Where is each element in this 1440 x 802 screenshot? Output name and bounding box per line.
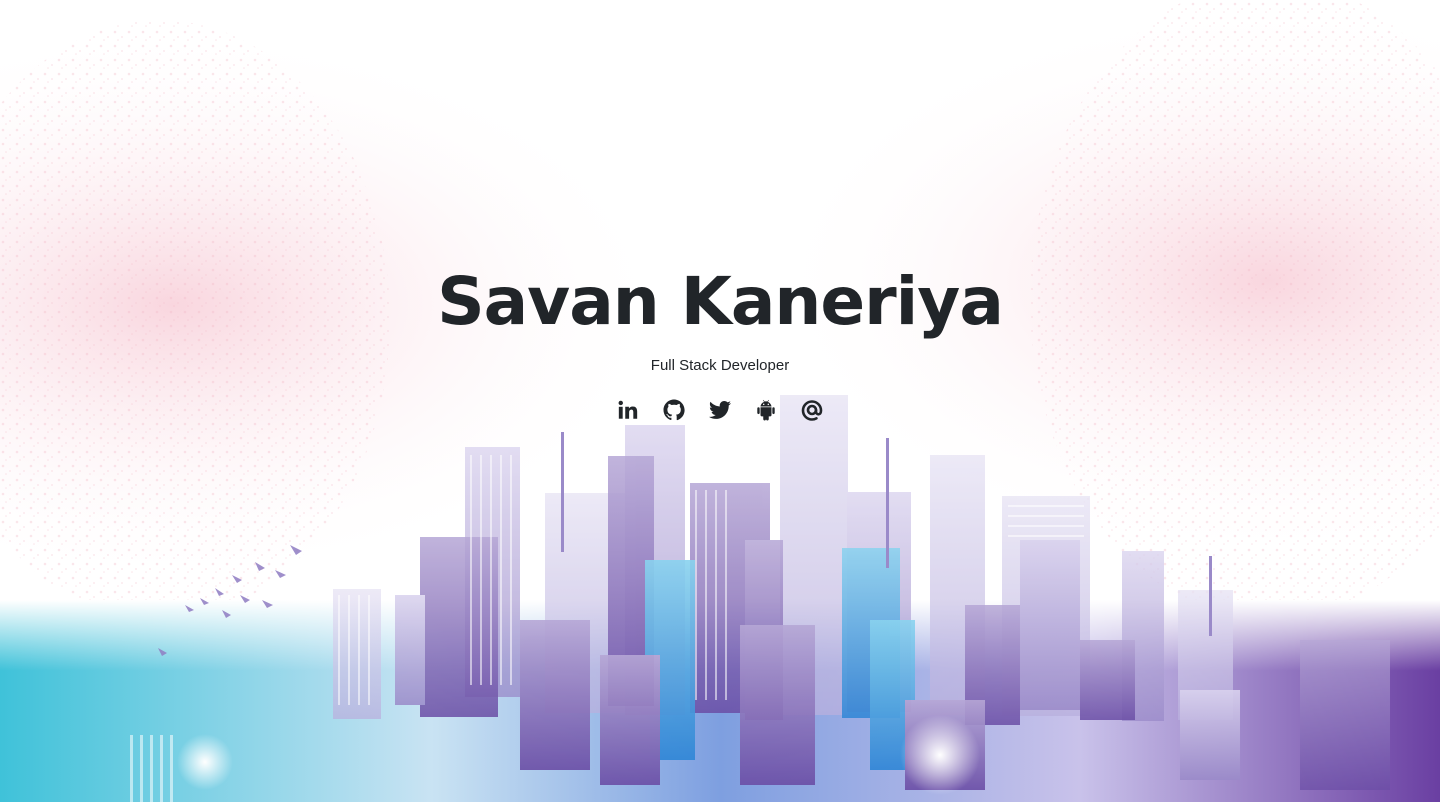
- email-link[interactable]: [800, 398, 824, 422]
- hero-section: Savan Kaneriya Full Stack Developer: [0, 0, 1440, 802]
- social-links: [0, 398, 1440, 422]
- android-icon: [757, 399, 775, 421]
- github-link[interactable]: [662, 398, 686, 422]
- hero-name: Savan Kaneriya: [437, 263, 1004, 340]
- hero-role: Full Stack Developer: [650, 357, 790, 374]
- linkedin-link[interactable]: [616, 398, 640, 422]
- hero-content: Savan Kaneriya Full Stack Developer: [0, 262, 1440, 422]
- twitter-icon: [709, 401, 731, 419]
- linkedin-icon: [618, 400, 638, 419]
- github-icon: [663, 399, 685, 421]
- email-at-icon: [801, 400, 823, 421]
- twitter-link[interactable]: [708, 398, 732, 422]
- android-link[interactable]: [754, 398, 778, 422]
